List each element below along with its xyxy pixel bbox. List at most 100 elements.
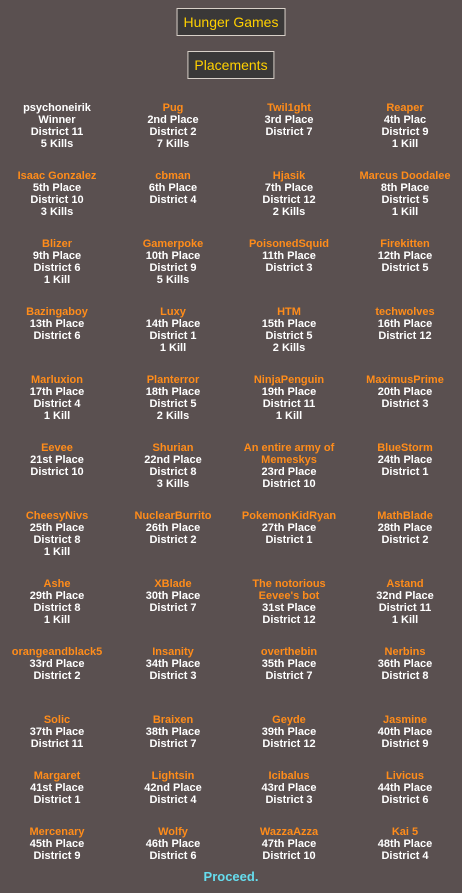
- tribute-card: BlueStorm 24th Place District 1: [347, 442, 462, 510]
- tribute-kills: 1 Kill: [391, 138, 419, 150]
- tribute-district: District 12: [262, 738, 316, 750]
- tribute-name: Bazingaboy: [26, 306, 88, 318]
- tribute-place: 2nd Place: [147, 114, 199, 126]
- tribute-kills: 5 Kills: [156, 274, 190, 286]
- tribute-district: District 4: [33, 398, 81, 410]
- tribute-name: Eevee: [41, 442, 73, 454]
- tribute-name: PoisonedSquid: [248, 238, 330, 250]
- tribute-card: PokemonKidRyan 27th Place District 1: [231, 510, 347, 578]
- tribute-district: District 7: [265, 126, 313, 138]
- tribute-name: NinjaPenguin: [253, 374, 325, 386]
- tribute-place: 27th Place: [261, 522, 317, 534]
- tribute-district: District 5: [381, 194, 429, 206]
- tribute-card: Isaac Gonzalez 5th Place District 10 3 Kill…: [0, 170, 115, 238]
- tribute-name: Shurian: [152, 442, 194, 454]
- tribute-district: District 3: [149, 670, 197, 682]
- tribute-name: Marcus Doodalee: [359, 170, 451, 182]
- proceed-link[interactable]: Proceed.: [0, 869, 462, 884]
- tribute-name: overthebin: [260, 646, 318, 658]
- tribute-card: MathBlade 28th Place District 2: [347, 510, 462, 578]
- tribute-name: Lightsin: [151, 770, 195, 782]
- tribute-name: Wolfy: [158, 826, 188, 838]
- tribute-card: Hjasik 7th Place District 12 2 Kills: [231, 170, 347, 238]
- tribute-district: District 4: [149, 794, 197, 806]
- tribute-card: psychoneirik Winner District 11 5 Kills: [0, 102, 115, 170]
- tribute-district: District 1: [149, 330, 197, 342]
- tribute-card: Margaret 41st Place District 1: [0, 770, 115, 826]
- tribute-card: Blizer 9th Place District 61 Kill: [0, 238, 115, 306]
- tribute-card: Pug 2nd Place District 27 Kills: [115, 102, 231, 170]
- tribute-card: HTM 15th Place District 52 Kills: [231, 306, 347, 374]
- tribute-place: 6th Place: [148, 182, 198, 194]
- tribute-place: 22nd Place: [144, 454, 202, 466]
- tribute-card: overthebin 35th Place District 7: [231, 646, 347, 714]
- tribute-card: Marcus Doodalee 8th Place District 51 Kill: [347, 170, 462, 238]
- tribute-district: District 8: [33, 534, 81, 546]
- tribute-card: Twil1ght 3rd Place District 7: [231, 102, 347, 170]
- tribute-place: 20th Place: [377, 386, 433, 398]
- tribute-place: 24th Place: [377, 454, 433, 466]
- tribute-place: Winner: [38, 114, 76, 126]
- tribute-place: 7th Place: [264, 182, 314, 194]
- tribute-district: District 2: [149, 126, 197, 138]
- tribute-card: Astand 32nd Place District 11 1 Kill: [347, 578, 462, 646]
- tribute-place: 30th Place: [145, 590, 201, 602]
- tribute-district: District 6: [33, 262, 81, 274]
- tribute-district: District 11: [262, 398, 316, 410]
- tribute-district: District 9: [149, 262, 197, 274]
- tribute-district: District 1: [381, 466, 429, 478]
- tribute-place: 32nd Place: [376, 590, 434, 602]
- tribute-name: An entire army of Memeskys: [243, 442, 335, 466]
- tribute-card: NuclearBurrito 26th Place District 2: [115, 510, 231, 578]
- tribute-card: An entire army of Memeskys 23rd Place Dist…: [231, 442, 347, 510]
- tribute-card: Braixen 38th Place District 7: [115, 714, 231, 770]
- tribute-card: Reaper 4th Plac District 91 Kill: [347, 102, 462, 170]
- tribute-kills: 1 Kill: [391, 614, 419, 626]
- tribute-place: 21st Place: [30, 454, 84, 466]
- tribute-district: District 10: [262, 850, 316, 862]
- tribute-place: 42nd Place: [144, 782, 202, 794]
- tribute-card: CheesyNivs 25th Place District 81 Kill: [0, 510, 115, 578]
- tribute-name: orangeandblack5: [11, 646, 103, 658]
- tribute-district: District 8: [149, 466, 197, 478]
- tribute-place: 16th Place: [377, 318, 433, 330]
- tribute-card: Icibalus 43rd Place District 3: [231, 770, 347, 826]
- tribute-district: District 3: [381, 398, 429, 410]
- tribute-name: psychoneirik: [23, 102, 91, 114]
- placements-grid: psychoneirik Winner District 11 5 Kills Pug 2…: [0, 102, 462, 882]
- tribute-name: MaximusPrime: [366, 374, 444, 386]
- tribute-place: 17th Place: [29, 386, 85, 398]
- tribute-name: Mercenary: [29, 826, 85, 838]
- tribute-name: Pug: [162, 102, 184, 114]
- tribute-name: PokemonKidRyan: [241, 510, 337, 522]
- tribute-card: Ashe 29th Place District 81 Kill: [0, 578, 115, 646]
- tribute-district: District 6: [381, 794, 429, 806]
- tribute-card: Lightsin 42nd Place District 4: [115, 770, 231, 826]
- tribute-place: 10th Place: [145, 250, 201, 262]
- tribute-district: District 4: [149, 194, 197, 206]
- tribute-card: cbman 6th Place District 4: [115, 170, 231, 238]
- tribute-place: 26th Place: [145, 522, 201, 534]
- tribute-name: Kai 5: [391, 826, 419, 838]
- tribute-card: Livicus 44th Place District 6: [347, 770, 462, 826]
- tribute-name: Luxy: [160, 306, 186, 318]
- tribute-place: 23rd Place: [261, 466, 317, 478]
- tribute-card: XBlade 30th Place District 7: [115, 578, 231, 646]
- tribute-place: 31st Place: [262, 602, 316, 614]
- tribute-card: Solic 37th Place District 11: [0, 714, 115, 770]
- tribute-district: District 2: [381, 534, 429, 546]
- tribute-place: 35th Place: [261, 658, 317, 670]
- tribute-district: District 11: [30, 126, 84, 138]
- tribute-district: District 3: [265, 794, 313, 806]
- tribute-kills: 1 Kill: [43, 410, 71, 422]
- tribute-district: District 4: [381, 850, 429, 862]
- tribute-name: Livicus: [386, 770, 424, 782]
- tribute-place: 46th Place: [145, 838, 201, 850]
- tribute-district: District 9: [381, 126, 429, 138]
- tribute-card: Insanity 34th Place District 3: [115, 646, 231, 714]
- tribute-place: 25th Place: [29, 522, 85, 534]
- tribute-name: The notorious Eevee's bot: [252, 578, 326, 602]
- tribute-name: Hjasik: [272, 170, 306, 182]
- tribute-name: BlueStorm: [377, 442, 433, 454]
- tribute-name: cbman: [155, 170, 191, 182]
